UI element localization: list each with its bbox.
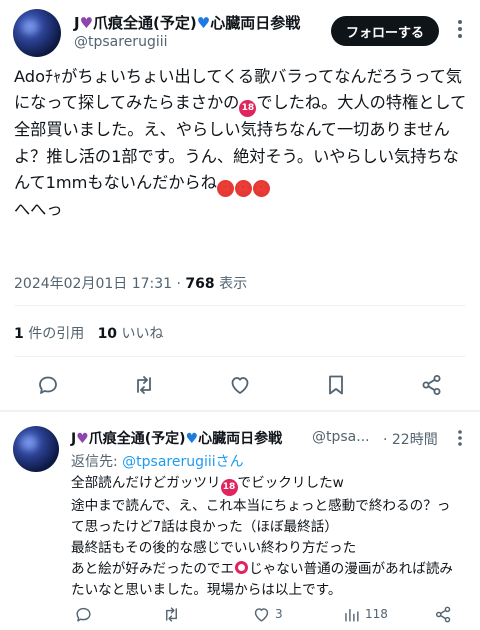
angry-emoji-icon: 💢	[234, 179, 252, 197]
reply-to-handle[interactable]: @tpsarerugiiiさん	[122, 454, 244, 470]
like-icon[interactable]	[228, 373, 252, 397]
divider	[14, 305, 466, 306]
tweet-text: Adoﾁｬがちょいちょい出してくる歌バラってなんだろうって気になって探してみたら…	[14, 67, 467, 219]
reply-to: 返信先: @tpsarerugiiiさん	[71, 454, 244, 470]
share-icon[interactable]	[420, 373, 444, 397]
follow-button[interactable]: フォローする	[331, 16, 439, 46]
views-count: 768	[185, 276, 215, 292]
avatar[interactable]	[13, 426, 59, 472]
divider	[0, 410, 480, 412]
views-icon[interactable]: 118	[342, 604, 388, 624]
more-options-icon[interactable]	[452, 428, 468, 448]
angry-emoji-icon: 💢	[252, 179, 270, 197]
tweet-meta: 2024年02月01日 17:31 · 768 表示	[14, 276, 248, 292]
avatar[interactable]	[13, 9, 61, 57]
views-count: 118	[365, 607, 388, 621]
divider	[14, 356, 466, 357]
retweet-icon[interactable]	[162, 604, 181, 624]
no-under-18-emoji-icon: 18	[239, 100, 257, 118]
bookmark-icon[interactable]	[324, 373, 348, 397]
quotes-stat[interactable]: 1 件の引用	[14, 326, 84, 342]
blue-heart-icon: ♥	[185, 431, 199, 447]
reply-text: 全部読んだけどガッツリ 18 でビックリしたw 途中まで読んで、え、これ本当にちょっ…	[71, 475, 454, 598]
likes-stat[interactable]: 10 いいね	[98, 326, 164, 342]
display-name[interactable]: J♥爪痕全通(予定)♥心臓両日参戦	[74, 12, 300, 33]
no-under-18-emoji-icon: 18	[220, 479, 238, 496]
reply-icon[interactable]	[74, 604, 93, 624]
reply-icon[interactable]	[36, 373, 60, 397]
timestamp[interactable]: · 22時間	[383, 429, 438, 449]
display-name[interactable]: J♥爪痕全通(予定)♥心臓両日参戦	[71, 428, 282, 448]
blue-heart-icon: ♥	[196, 14, 211, 32]
like-icon[interactable]: 3	[252, 604, 283, 624]
more-options-icon[interactable]	[452, 18, 468, 40]
user-handle[interactable]: @tpsa...	[312, 429, 370, 445]
share-icon[interactable]	[434, 604, 453, 624]
red-circle-emoji-icon	[235, 560, 249, 574]
timestamp[interactable]: 2024年02月01日 17:31	[14, 276, 172, 292]
like-count: 3	[275, 607, 283, 621]
retweet-icon[interactable]	[132, 373, 156, 397]
tweet-stats: 1 件の引用 10 いいね	[14, 323, 164, 343]
angry-emoji-icon: 💢	[216, 179, 234, 197]
user-handle[interactable]: @tpsarerugiii	[74, 34, 168, 50]
purple-heart-icon: ♥	[79, 14, 94, 32]
purple-heart-icon: ♥	[76, 431, 89, 447]
